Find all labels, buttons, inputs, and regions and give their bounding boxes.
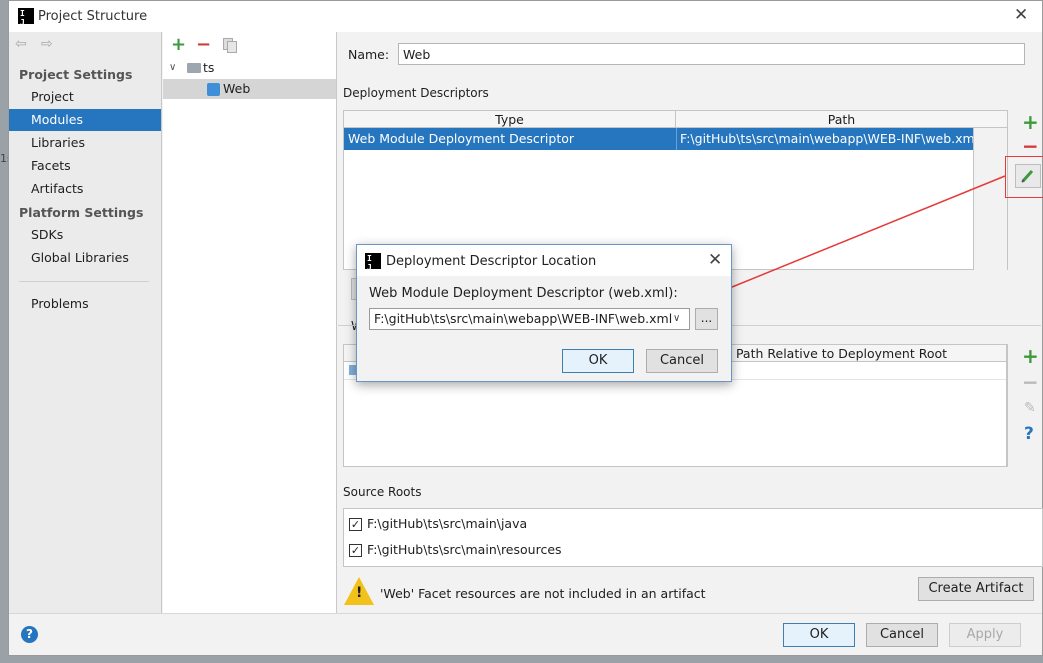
dialog-cancel-button[interactable]: Cancel (646, 349, 718, 373)
intellij-logo-icon: I J (365, 253, 381, 272)
dialog-title-bar: I J Deployment Descriptor Location ✕ (357, 245, 731, 276)
dialog-title: Deployment Descriptor Location (386, 254, 597, 269)
dialog-ok-button[interactable]: OK (562, 349, 634, 373)
annotation-arrow-line-shadow (719, 175, 1006, 293)
chevron-down-icon[interactable]: ∨ (673, 309, 680, 329)
descriptor-path-value: F:\gitHub\ts\src\main\webapp\WEB-INF\web… (374, 311, 673, 326)
deployment-descriptor-dialog: I J Deployment Descriptor Location ✕ Web… (356, 244, 732, 382)
descriptor-path-label: Web Module Deployment Descriptor (web.xm… (369, 286, 678, 301)
browse-button[interactable]: ... (695, 308, 718, 330)
close-icon[interactable]: ✕ (708, 250, 722, 270)
descriptor-path-combo[interactable]: F:\gitHub\ts\src\main\webapp\WEB-INF\web… (369, 308, 690, 330)
